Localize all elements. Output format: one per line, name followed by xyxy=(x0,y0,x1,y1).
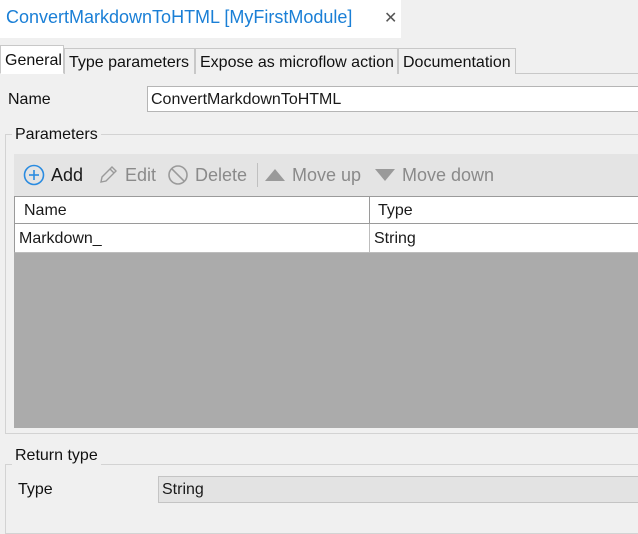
name-label: Name xyxy=(8,91,51,108)
move-up-button[interactable]: Move up xyxy=(264,154,361,196)
document-tab-title[interactable]: ConvertMarkdownToHTML [MyFirstModule] xyxy=(6,7,352,28)
tab-general[interactable]: General xyxy=(0,45,64,74)
toolbar-separator xyxy=(257,163,258,187)
return-type-label: Type xyxy=(18,481,53,498)
close-icon[interactable]: ✕ xyxy=(384,8,397,28)
move-up-button-label: Move up xyxy=(292,164,362,185)
delete-button[interactable]: Delete xyxy=(167,154,247,196)
triangle-down-icon xyxy=(374,167,396,183)
tab-label: Expose as microflow action xyxy=(200,54,394,71)
tab-label: General xyxy=(5,52,62,69)
parameter-type-cell: String xyxy=(374,230,416,247)
edit-button[interactable]: Edit xyxy=(97,154,156,196)
tab-expose-as-microflow-action[interactable]: Expose as microflow action xyxy=(195,48,398,74)
parameter-name-cell: Markdown_ xyxy=(19,230,102,247)
return-type-selector[interactable]: String xyxy=(158,476,638,503)
move-down-button-label: Move down xyxy=(402,164,495,185)
tab-type-parameters[interactable]: Type parameters xyxy=(64,48,195,74)
name-input-value: ConvertMarkdownToHTML xyxy=(151,91,342,108)
tab-label: Documentation xyxy=(403,54,511,71)
parameters-toolbar: Add Edit Delete Move up Move down xyxy=(14,154,638,196)
move-down-button[interactable]: Move down xyxy=(374,154,494,196)
table-row[interactable]: Markdown_ String xyxy=(14,224,638,253)
tab-documentation[interactable]: Documentation xyxy=(398,48,516,74)
return-type-group-title: Return type xyxy=(12,447,101,465)
column-divider xyxy=(369,197,370,224)
column-divider xyxy=(369,224,370,252)
add-button-label: Add xyxy=(51,164,84,185)
edit-button-label: Edit xyxy=(125,164,157,185)
no-entry-icon xyxy=(167,164,189,186)
column-header-type[interactable]: Type xyxy=(378,202,413,220)
document-tab[interactable]: ConvertMarkdownToHTML [MyFirstModule] ✕ xyxy=(0,0,401,38)
triangle-up-icon xyxy=(264,167,286,183)
parameters-grid-header: Name Type xyxy=(14,196,638,224)
column-header-name[interactable]: Name xyxy=(24,202,67,220)
parameters-group-title: Parameters xyxy=(12,126,101,144)
parameters-grid-empty-area xyxy=(14,253,638,428)
tab-label: Type parameters xyxy=(69,54,190,71)
name-input[interactable]: ConvertMarkdownToHTML xyxy=(147,86,638,112)
pencil-icon xyxy=(97,164,119,186)
delete-button-label: Delete xyxy=(195,164,248,185)
plus-circle-icon xyxy=(23,164,45,186)
return-type-value: String xyxy=(162,481,204,498)
add-button[interactable]: Add xyxy=(23,154,83,196)
